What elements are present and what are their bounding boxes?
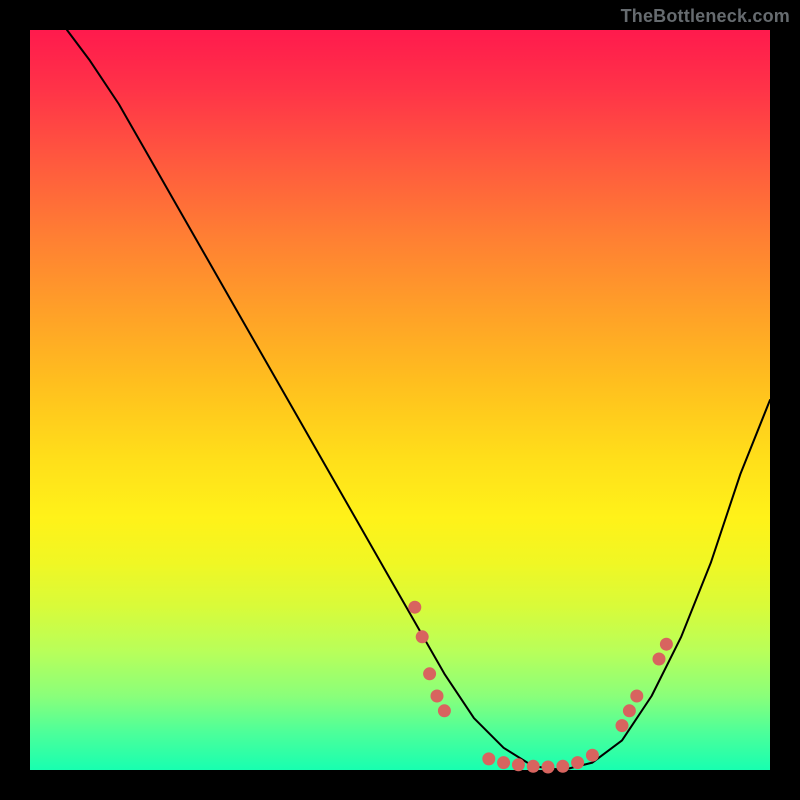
data-point [557, 760, 569, 772]
attribution-text: TheBottleneck.com [621, 6, 790, 27]
data-point [623, 705, 635, 717]
data-point [631, 690, 643, 702]
plot-area [30, 30, 770, 770]
chart-container: TheBottleneck.com [0, 0, 800, 800]
data-point [616, 720, 628, 732]
data-point [527, 760, 539, 772]
data-point [653, 653, 665, 665]
data-point [512, 759, 524, 771]
data-point [542, 761, 554, 773]
data-point [498, 757, 510, 769]
data-point [409, 601, 421, 613]
data-point [431, 690, 443, 702]
data-point [483, 753, 495, 765]
data-point [586, 749, 598, 761]
data-point [660, 638, 672, 650]
data-point [572, 757, 584, 769]
data-points [409, 601, 673, 773]
data-point [438, 705, 450, 717]
data-point [424, 668, 436, 680]
chart-svg [30, 30, 770, 770]
data-point [416, 631, 428, 643]
